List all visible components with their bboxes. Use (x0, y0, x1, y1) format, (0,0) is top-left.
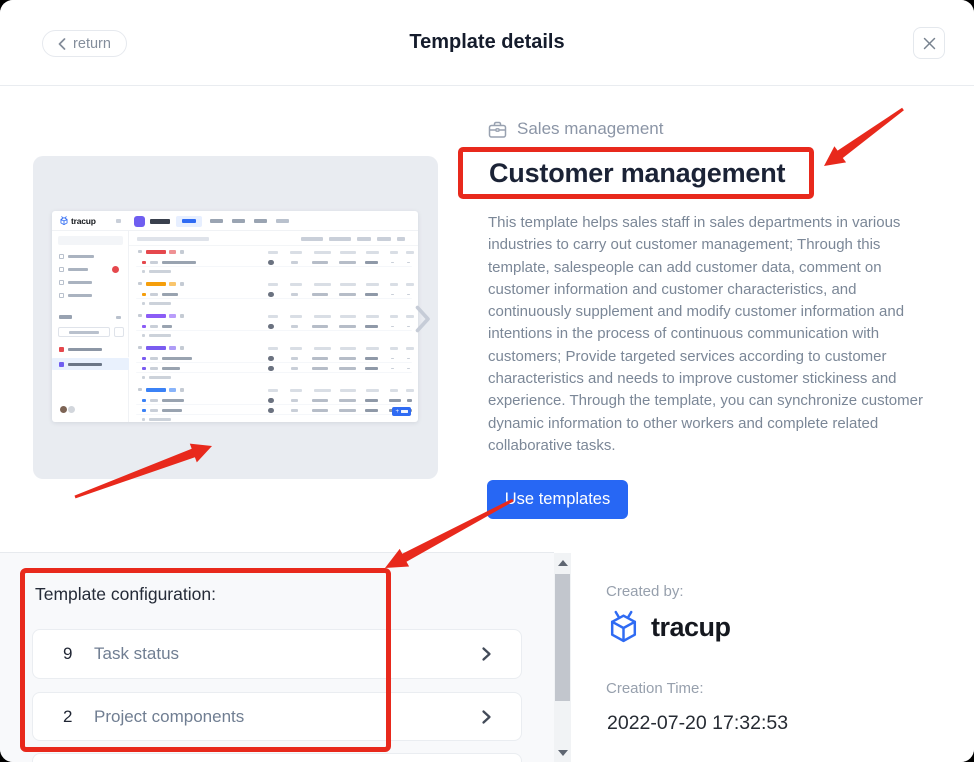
mini-user-avatar-2 (67, 405, 76, 414)
creation-time-label: Creation Time: (606, 680, 704, 697)
modal-header: return Template details (0, 0, 974, 86)
chevron-right-icon (481, 693, 492, 740)
template-preview-panel: tracup (33, 156, 438, 479)
mini-tab-more (276, 219, 289, 223)
mini-project-color-icon (134, 216, 145, 227)
template-preview-image: tracup (52, 211, 418, 422)
template-category: Sales management (488, 119, 663, 139)
template-category-label: Sales management (517, 119, 663, 139)
mini-project-title (150, 219, 170, 224)
project-components-count: 2 (63, 693, 72, 740)
annotation-arrow-to-template-name (824, 108, 904, 166)
scrollbar-thumb[interactable] (555, 574, 570, 701)
template-details-modal: return Template details tracup (0, 0, 974, 762)
scrollbar-up-arrow[interactable] (558, 560, 568, 566)
config-item-project-components[interactable]: 2 Project components (32, 692, 522, 741)
scrollbar-down-arrow[interactable] (558, 750, 568, 756)
page-title: Template details (0, 31, 974, 54)
mini-app-sidebar (52, 231, 129, 422)
project-components-label: Project components (94, 693, 244, 740)
task-status-count: 9 (63, 630, 72, 678)
mini-create-button: + (392, 407, 411, 416)
creation-time-value: 2022-07-20 17:32:53 (607, 712, 788, 735)
close-icon (923, 37, 936, 50)
mini-tracup-logo-text: tracup (71, 216, 96, 226)
chevron-right-icon (415, 305, 431, 333)
use-templates-button[interactable]: Use templates (487, 480, 628, 519)
tracup-logo-icon (605, 609, 642, 646)
creator-panel: Created by: tracup Creation Time: 2022-0… (571, 552, 974, 762)
creator-brand: tracup (605, 609, 731, 646)
mini-tab-docs (232, 219, 245, 223)
briefcase-icon (488, 120, 507, 139)
vertical-scrollbar (554, 553, 571, 762)
template-configuration-panel: Template configuration: 9 Task status 2 … (0, 552, 554, 762)
tracup-logo-text: tracup (651, 612, 731, 643)
configuration-heading: Template configuration: (35, 584, 216, 605)
mini-notification-badge (112, 266, 119, 273)
template-description: This template helps sales staff in sales… (488, 212, 938, 457)
carousel-next-button[interactable] (415, 304, 433, 334)
config-item-partial[interactable] (32, 753, 522, 762)
close-button[interactable] (913, 27, 945, 59)
mini-app-topbar: tracup (52, 211, 418, 231)
mini-tab-files (254, 219, 267, 223)
mini-app-searchbar (129, 231, 418, 246)
mini-tab-list-label (182, 219, 196, 223)
annotation-box-template-name (458, 147, 814, 199)
mini-collapse-icon (116, 219, 121, 223)
mini-tracup-logo-icon (59, 216, 69, 226)
mini-tab-board (210, 219, 223, 223)
bottom-section: Template configuration: 9 Task status 2 … (0, 552, 974, 762)
created-by-label: Created by: (606, 583, 684, 600)
config-item-task-status[interactable]: 9 Task status (32, 629, 522, 679)
task-status-label: Task status (94, 630, 179, 678)
chevron-right-icon (481, 630, 492, 678)
